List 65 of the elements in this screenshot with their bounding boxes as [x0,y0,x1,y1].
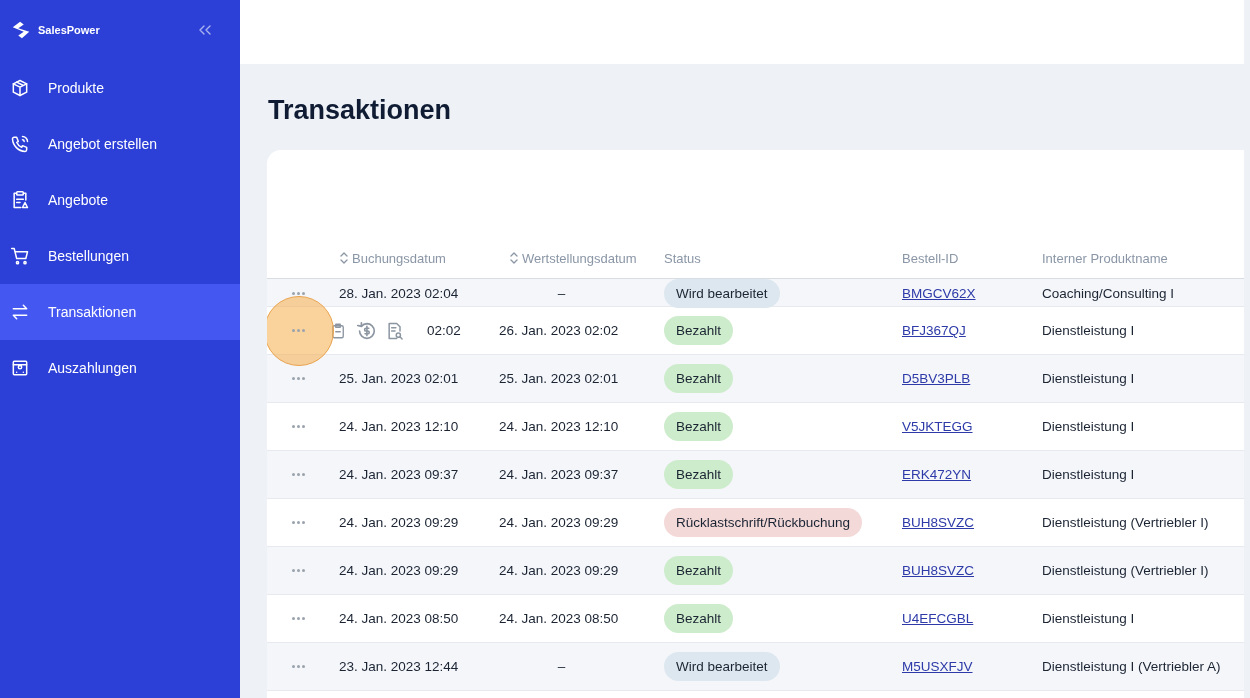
table-cell-text: 24. Jan. 2023 09:37 [499,467,620,482]
table-cell-text: 24. Jan. 2023 09:37 [338,467,460,482]
status-badge: Bezahlt [664,604,734,633]
status-badge: Rücklastschrift/Rückbuchung [664,508,863,537]
sort-icon[interactable] [339,250,349,266]
payout-icon [10,358,30,378]
status-badge: Wird bearbeitet [664,652,780,681]
status-badge: Bezahlt [664,316,734,345]
table-cell-text: 24. Jan. 2023 09:29 [499,515,620,530]
table-cell-text: 24. Jan. 2023 08:50 [338,611,460,626]
table-cell-text: Dienstleistung I [1042,371,1136,386]
sidebar-item[interactable]: Angebote [0,172,240,228]
column-header: Interner Produktname [1042,250,1169,266]
order-id-link[interactable]: BUH8SVZC [902,515,974,530]
clipboard-icon [10,190,30,210]
brand-name: SalesPower [38,24,101,36]
swap-icon [10,302,30,322]
sidebar-item[interactable]: Auszahlungen [0,340,240,396]
sidebar-item[interactable]: Bestellungen [0,228,240,284]
table-cell-text: 25. Jan. 2023 02:01 [338,371,460,386]
table-cell-text: – [556,286,567,301]
table-cell-text: 24. Jan. 2023 08:50 [499,611,620,626]
table-cell-text: – [556,659,567,674]
table-cell-text: Dienstleistung I [1042,611,1136,626]
order-id-link[interactable]: ERK472YN [902,467,972,482]
refund-icon[interactable] [355,319,377,342]
status-badge: Bezahlt [664,556,734,585]
table-cell-text: 24. Jan. 2023 09:29 [338,563,460,578]
order-id-link[interactable]: M5USXFJV [902,659,973,674]
table-cell-text: Dienstleistung I [1042,467,1136,482]
phone-icon [10,134,30,154]
order-id-link[interactable]: BMGCV62X [902,286,976,301]
status-badge: Bezahlt [664,412,734,441]
column-header: Bestell-ID [902,250,960,266]
table-cell-text: Dienstleistung I [1042,419,1136,434]
table-cell-text: Dienstleistung I [1042,323,1136,338]
sidebar-item[interactable]: Transaktionen [0,284,240,340]
sidebar-item[interactable]: Angebot erstellen [0,116,240,172]
status-badge: Bezahlt [664,364,734,393]
order-id-link[interactable]: U4EFCGBL [902,611,974,626]
sort-icon[interactable] [509,250,519,266]
table-cell-text: 23. Jan. 2023 12:44 [338,659,460,674]
table-cell-text: 24. Jan. 2023 09:29 [499,563,620,578]
table-cell-text: Dienstleistung (Vertriebler I) [1042,515,1210,530]
table-cell-text: 24. Jan. 2023 09:29 [338,515,460,530]
table-cell-text: 24. Jan. 2023 12:10 [499,419,620,434]
table-cell-text: Dienstleistung (Vertriebler I) [1042,563,1210,578]
box-icon [10,78,30,98]
order-id-link[interactable]: BUH8SVZC [902,563,974,578]
page-title: Transaktionen [268,94,453,127]
status-badge: Bezahlt [664,460,734,489]
order-id-link[interactable]: D5BV3PLB [902,371,971,386]
cart-icon [10,246,30,266]
order-id-link[interactable]: BFJ367QJ [902,323,966,338]
order-id-link[interactable]: V5JKTEGG [902,419,973,434]
status-badge: Wird bearbeitet [664,279,780,308]
column-header: Status [664,250,702,266]
sidebar-item[interactable]: Produkte [0,60,240,116]
table-cell-text: 28. Jan. 2023 02:04 [338,286,460,301]
table-cell-text: 24. Jan. 2023 12:10 [338,419,460,434]
table-cell-text: 25. Jan. 2023 02:01 [499,371,620,386]
table-cell-text: Coaching/Consulting I [1042,286,1176,301]
table-cell-text: Dienstleistung I (Vertriebler A) [1042,659,1222,674]
table-cell: 02:02 [427,323,461,338]
table-cell-text: 26. Jan. 2023 02:02 [499,323,620,338]
